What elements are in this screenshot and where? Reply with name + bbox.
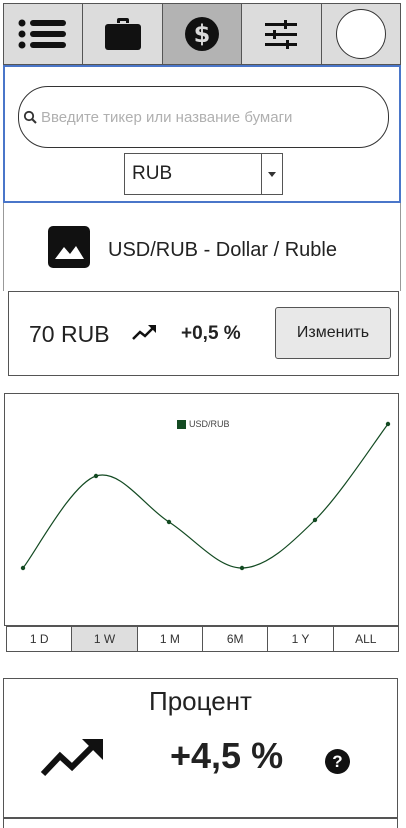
image-icon xyxy=(48,226,90,268)
data-point xyxy=(20,565,26,571)
series-line xyxy=(22,423,389,569)
sliders-icon xyxy=(265,20,298,49)
data-point xyxy=(312,517,318,523)
price-row: 70 RUB +0,5 % Изменить xyxy=(8,291,399,376)
range-6m[interactable]: 6M xyxy=(203,627,269,651)
chart-plot xyxy=(20,421,391,571)
dollar-icon: $ xyxy=(185,17,220,51)
price-chart: USD/RUB xyxy=(4,393,399,626)
range-1w[interactable]: 1 W xyxy=(72,627,138,651)
dropdown-caret[interactable] xyxy=(261,154,282,194)
data-point xyxy=(93,473,99,479)
search-box[interactable] xyxy=(18,86,389,148)
instrument-header: USD/RUB - Dollar / Ruble xyxy=(3,203,401,291)
help-icon[interactable]: ? xyxy=(325,749,350,774)
data-point xyxy=(385,421,391,427)
nav-currency-button[interactable]: $ xyxy=(162,4,243,64)
nav-menu-button[interactable] xyxy=(4,4,84,64)
currency-select[interactable]: RUB xyxy=(124,153,283,195)
briefcase-icon xyxy=(104,18,141,50)
chevron-down-icon xyxy=(268,171,276,177)
search-input[interactable] xyxy=(37,107,388,127)
range-1m[interactable]: 1 M xyxy=(138,627,203,651)
top-nav: $ xyxy=(3,3,401,65)
edit-button[interactable]: Изменить xyxy=(275,307,391,359)
range-all[interactable]: ALL xyxy=(334,627,398,651)
range-tabs: 1 D 1 W 1 M 6M 1 Y ALL xyxy=(6,626,399,652)
svg-text:$: $ xyxy=(194,20,211,48)
range-1y[interactable]: 1 Y xyxy=(268,627,334,651)
percent-title: Процент xyxy=(149,686,252,716)
nav-portfolio-button[interactable] xyxy=(83,4,163,64)
nav-profile-button[interactable] xyxy=(321,4,401,64)
range-1d[interactable]: 1 D xyxy=(7,627,73,651)
instrument-title: USD/RUB - Dollar / Ruble xyxy=(108,239,337,261)
next-card-edge xyxy=(3,818,398,828)
search-icon xyxy=(23,110,37,124)
trending-up-icon xyxy=(40,739,103,777)
percent-card: Процент +4,5 % ? xyxy=(3,678,398,818)
price-change: +0,5 % xyxy=(181,323,241,344)
data-point xyxy=(166,519,172,525)
avatar xyxy=(335,9,386,59)
search-panel: RUB xyxy=(3,65,401,203)
price-value: 70 RUB xyxy=(29,321,110,347)
percent-value: +4,5 % xyxy=(170,735,284,776)
list-icon xyxy=(18,19,67,49)
currency-selected-value: RUB xyxy=(132,163,173,184)
trending-up-icon xyxy=(132,325,156,340)
nav-settings-button[interactable] xyxy=(242,4,322,64)
data-point xyxy=(239,565,245,571)
